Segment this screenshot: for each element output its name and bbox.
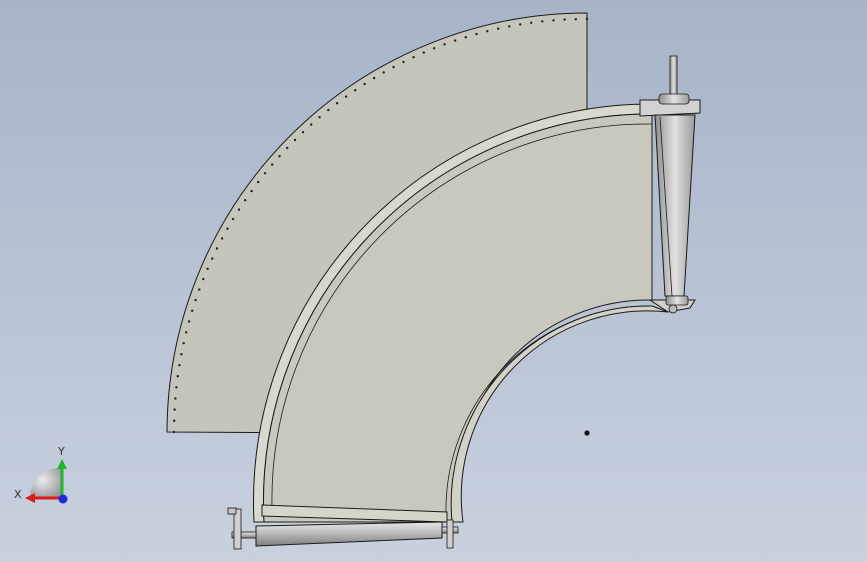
blank-hole — [286, 146, 289, 150]
roller-shaft-top — [669, 55, 678, 97]
blank-hole — [327, 108, 330, 112]
left-bracket-nut — [227, 507, 237, 515]
blank-hole — [231, 217, 235, 221]
blank-hole — [187, 320, 191, 323]
blank-hole — [257, 180, 260, 184]
blank-hole — [180, 353, 183, 356]
blank-hole — [382, 71, 385, 74]
z-axis-dot — [58, 494, 68, 504]
blank-hole — [226, 227, 229, 230]
blank-hole — [271, 163, 274, 166]
blank-hole — [182, 342, 185, 345]
roller-bearing-top — [658, 93, 690, 105]
blank-hole — [335, 102, 339, 105]
blank-hole — [412, 56, 415, 59]
blank-hole — [250, 189, 253, 193]
roller-end-nut — [668, 304, 678, 314]
blank-hole — [175, 386, 178, 389]
blank-hole — [194, 298, 197, 302]
blank-hole — [202, 277, 205, 281]
x-axis-label: X — [14, 488, 22, 501]
blank-hole — [344, 95, 348, 98]
blank-hole — [372, 76, 376, 80]
y-axis-label: Y — [57, 445, 65, 458]
blank-hole — [185, 331, 188, 334]
blank-hole — [198, 288, 201, 291]
blank-hole — [422, 51, 425, 54]
blank-hole — [237, 208, 241, 211]
blank-hole — [244, 199, 247, 202]
blank-hole — [519, 23, 522, 26]
roller-bearing-bottom — [665, 295, 689, 306]
cad-scene[interactable]: X Y — [0, 0, 867, 562]
left-bracket — [233, 508, 242, 550]
blank-hole — [486, 30, 489, 33]
blank-hole — [293, 138, 297, 142]
blank-hole — [574, 18, 577, 21]
blank-hole — [354, 89, 357, 92]
blank-hole — [301, 131, 305, 134]
blank-hole — [278, 155, 281, 158]
blank-hole — [585, 17, 589, 21]
blank-hole — [497, 27, 500, 30]
blank-hole — [206, 267, 209, 270]
right-bracket — [446, 519, 454, 549]
blank-hole — [176, 375, 179, 378]
blank-hole — [432, 47, 436, 50]
blank-hole — [464, 36, 467, 39]
blank-hole — [211, 257, 214, 260]
blank-hole — [392, 65, 395, 69]
blank-hole — [191, 309, 194, 312]
blank-hole — [541, 20, 544, 23]
blank-hole — [530, 21, 533, 24]
blank-hole — [402, 60, 405, 64]
blank-hole — [310, 123, 313, 126]
blank-hole — [318, 116, 321, 119]
blank-hole — [552, 19, 555, 22]
cad-graphics-viewport[interactable]: X Y — [0, 0, 867, 562]
blank-hole — [174, 397, 177, 400]
blank-hole — [563, 18, 566, 21]
blank-hole — [263, 172, 267, 175]
blank-hole — [475, 32, 478, 36]
blank-hole — [172, 430, 176, 434]
blank-hole — [508, 25, 511, 28]
reference-point-marker[interactable] — [584, 430, 590, 436]
blank-hole — [215, 247, 219, 250]
blank-hole — [453, 39, 457, 42]
blank-hole — [173, 408, 176, 411]
blank-hole — [363, 82, 366, 86]
blank-hole — [173, 419, 176, 422]
blank-hole — [443, 43, 446, 46]
blank-hole — [178, 364, 181, 367]
blank-hole — [220, 237, 224, 240]
